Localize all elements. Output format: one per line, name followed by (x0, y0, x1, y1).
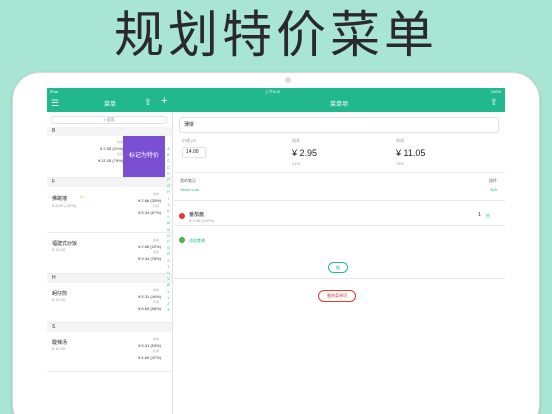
cost-value: ¥ 2.95 (292, 148, 318, 158)
add-recipe-link[interactable]: 添加食谱 (189, 238, 205, 244)
left-title: 菜单 (104, 102, 117, 108)
list-item[interactable]: 酸辣汤 ¥ 10.00 成本 ¥ 5.31 (53%) 利润 ¥ 4.69 (4… (47, 332, 172, 372)
price-input[interactable]: 14.00 (182, 147, 206, 158)
photo-value[interactable]: N/A (490, 187, 497, 192)
divider (174, 200, 505, 201)
search-placeholder: 搜索 (106, 117, 115, 122)
divider (174, 172, 505, 173)
dish-name-field[interactable]: 薄饼 (179, 117, 499, 133)
section-header: B (47, 127, 172, 136)
edit-button[interactable]: 链 (328, 262, 348, 273)
camera (285, 77, 291, 83)
share-icon[interactable]: ⇪ (144, 98, 152, 107)
carrier: iPad (50, 89, 59, 94)
list-icon[interactable]: ☰ (51, 99, 59, 108)
list-item[interactable]: 福建式炒饭 ¥ 12.00 成本 ¥ 2.66 (22%) 利润 ¥ 9.34 … (47, 233, 172, 274)
section-index[interactable]: A B C D E F G H I J K L M N O P Q R S T U V W X Y Z # (165, 146, 172, 313)
detail-share-icon[interactable]: ⇪ (490, 98, 498, 107)
notes-field[interactable]: Serve cold. (180, 187, 200, 192)
list-item[interactable]: 蚵仔煎 ¥ 12.00 成本 ¥ 5.31 (44%) 利润 ¥ 6.69 (5… (47, 283, 172, 323)
list-item[interactable]: 成本 ¥ 2.95 (21%) 利润 ¥ 11.05 (79%) 标记为特价 (47, 136, 172, 178)
menu-list-panel: ⌕ 搜索 B 成本 ¥ 2.95 (21%) 利润 ¥ 11.05 (79%) … (47, 112, 173, 414)
clock: 上午9:41 (265, 89, 281, 94)
divider (174, 278, 505, 279)
index-letter[interactable]: # (165, 307, 172, 313)
app-screen: iPad 上午9:41 100% ☰ 菜单 ⇪ + 菜单项 ⇪ ⌕ 搜索 B 成… (47, 88, 505, 414)
status-bar: iPad 上午9:41 100% (47, 88, 505, 96)
section-header: S (47, 323, 172, 332)
detail-panel: 薄饼 价格 (¥) 14.00 成本 ¥ 2.95 21% 利润 ¥ 11.05… (174, 112, 505, 414)
ingredient-dot (179, 213, 185, 219)
search-input[interactable]: ⌕ 搜索 (51, 116, 167, 124)
section-header: H (47, 274, 172, 283)
list-item[interactable]: 佛跳墙 ☺ ¥ 8.00 (-20%) 成本 ¥ 2.66 (33%) 利润 ¥… (47, 187, 172, 233)
plus-icon[interactable]: + (161, 96, 167, 107)
section-header: F (47, 178, 172, 187)
detail-title: 菜单项 (330, 102, 349, 108)
navigation-bar: iPad 上午9:41 100% ☰ 菜单 ⇪ + 菜单项 ⇪ (47, 88, 505, 112)
profit-value: ¥ 11.05 (396, 148, 426, 158)
headline: 规划特价菜单 (114, 6, 438, 64)
unit-value[interactable]: 份 (486, 213, 490, 219)
mark-special-button[interactable]: 标记为特价 (123, 136, 165, 177)
star-icon: ☺ (79, 194, 85, 200)
quantity-value[interactable]: 1 (478, 212, 481, 218)
divider (174, 225, 505, 226)
delete-item-button[interactable]: 删除菜单项 (318, 290, 356, 302)
add-icon[interactable] (179, 237, 185, 243)
ingredient-name[interactable]: 番茄酱 (189, 211, 204, 218)
battery: 100% (490, 89, 501, 94)
